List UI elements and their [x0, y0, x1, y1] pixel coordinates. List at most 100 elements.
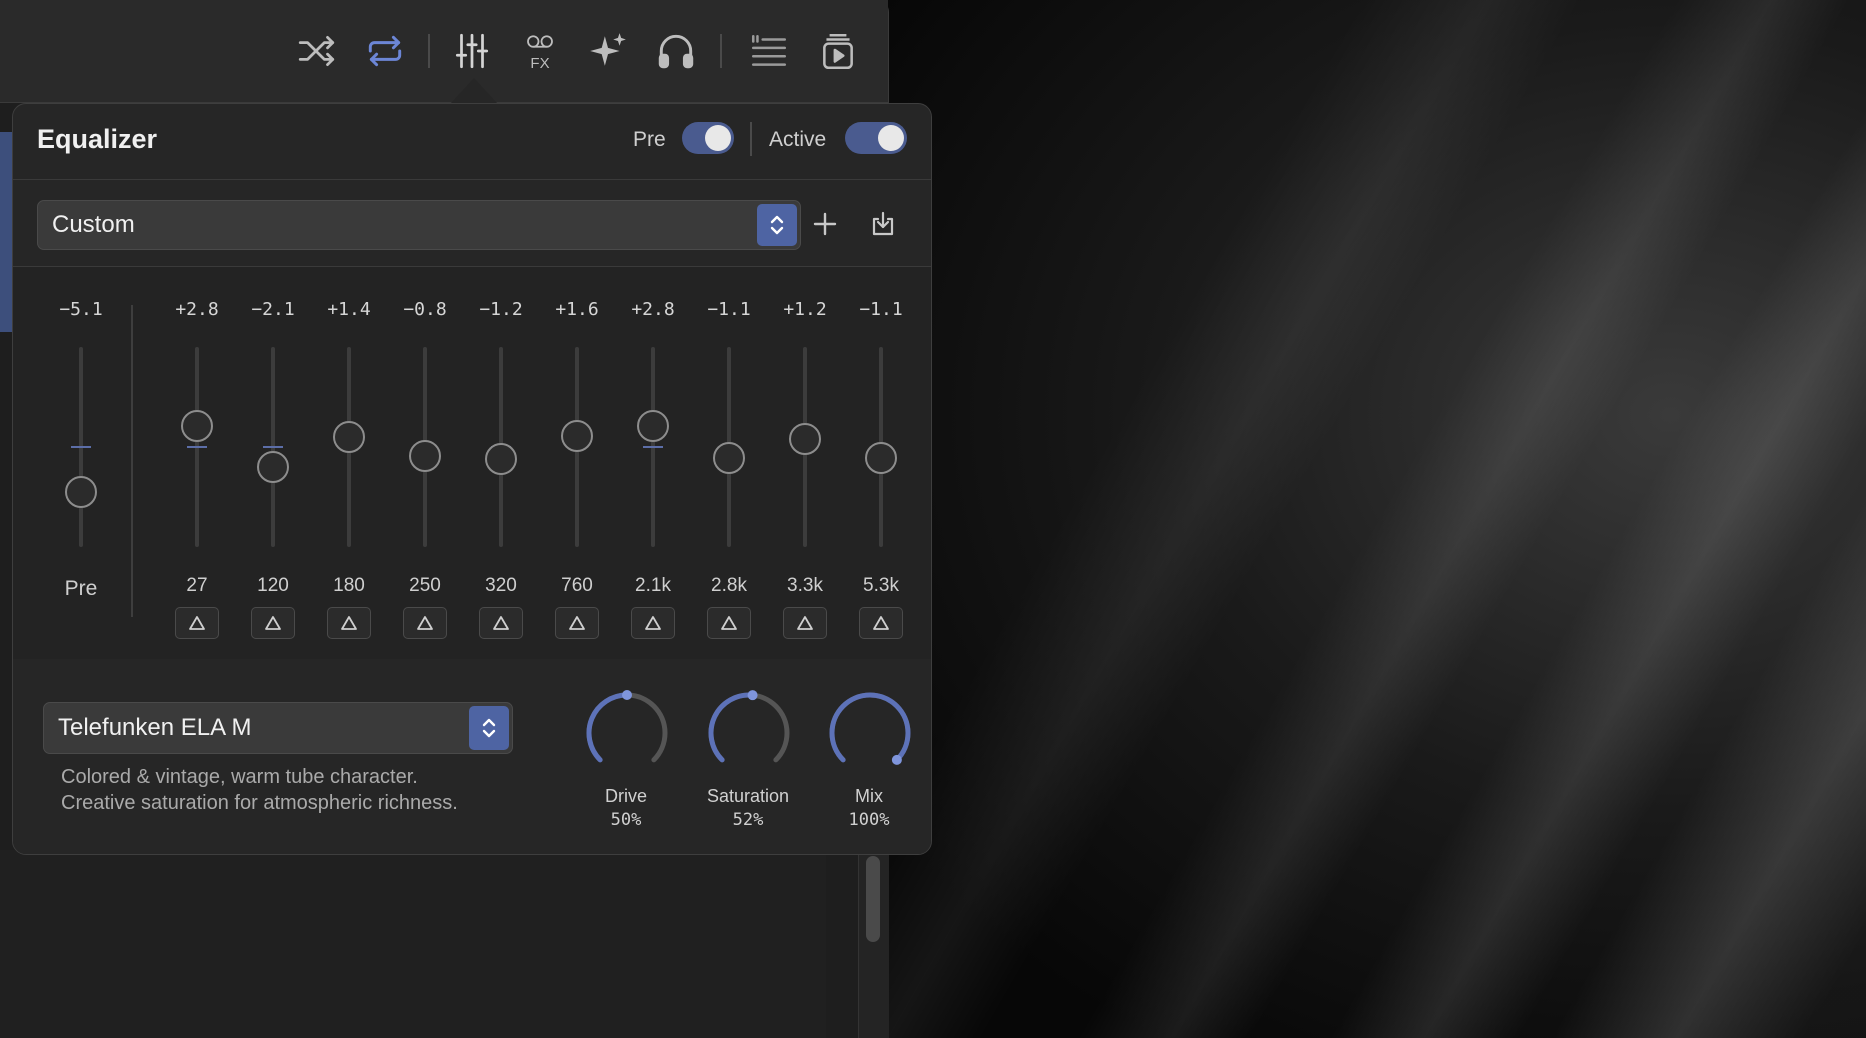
band-filter-type-button[interactable] [175, 607, 219, 639]
triangle-icon [797, 616, 813, 630]
plus-icon [813, 212, 837, 236]
save-preset-button[interactable] [863, 204, 903, 244]
shuffle-icon[interactable] [292, 26, 342, 76]
band-gain: +1.6 [555, 299, 599, 320]
toggle-knob [705, 125, 731, 151]
eq-band-slider[interactable]: −1.2 320 [463, 267, 539, 659]
toggle-knob [878, 125, 904, 151]
slider-thumb[interactable] [257, 450, 289, 483]
band-frequency: 250 [409, 575, 441, 596]
eq-band-slider[interactable]: +1.6 760 [539, 267, 615, 659]
band-filter-type-button[interactable] [251, 607, 295, 639]
triangle-icon [493, 616, 509, 630]
knob-dial[interactable] [827, 690, 913, 776]
eq-bands: −5.1 Pre +2.8 27 −2.1 120 +1.4 180 −0.8 250 −1.2… [13, 267, 931, 659]
knob-dial[interactable] [706, 690, 792, 776]
lyrics-icon[interactable] [744, 26, 794, 76]
slider-thumb[interactable] [865, 442, 897, 475]
knob-value: 52% [732, 810, 764, 830]
sidebar-selection-indicator [0, 132, 12, 332]
band-gain: +2.8 [631, 299, 675, 320]
fx-icon[interactable]: FX [515, 26, 565, 76]
triangle-icon [873, 616, 889, 630]
band-frequency: 27 [186, 575, 208, 596]
preset-select[interactable]: Custom [37, 200, 801, 250]
band-frequency: 120 [257, 575, 289, 596]
band-filter-type-button[interactable] [555, 607, 599, 639]
preamp-slider[interactable]: −5.1 Pre [43, 267, 119, 659]
saturation-model-value: Telefunken ELA M [58, 714, 252, 741]
preamp-gain: −5.1 [59, 299, 103, 320]
eq-band-slider[interactable]: −1.1 5.3k [843, 267, 919, 659]
slider-thumb[interactable] [637, 409, 669, 442]
pre-toggle[interactable] [682, 122, 734, 154]
sparkle-icon[interactable] [583, 26, 633, 76]
band-filter-type-button[interactable] [859, 607, 903, 639]
band-filter-type-button[interactable] [479, 607, 523, 639]
slider-zero-mark [263, 446, 283, 448]
eq-band-slider[interactable]: −0.8 250 [387, 267, 463, 659]
band-filter-type-button[interactable] [783, 607, 827, 639]
knob-label: Mix [855, 786, 883, 806]
queue-icon[interactable] [813, 26, 863, 76]
band-filter-type-button[interactable] [707, 607, 751, 639]
chevron-up-down-icon[interactable] [757, 204, 797, 246]
band-filter-type-button[interactable] [631, 607, 675, 639]
slider-thumb[interactable] [485, 443, 517, 475]
preset-row: Custom [13, 180, 931, 267]
eq-band-slider[interactable]: +1.4 180 [311, 267, 387, 659]
save-download-icon [872, 211, 894, 236]
preset-select-value: Custom [52, 211, 135, 238]
band-gain: −1.1 [859, 299, 903, 320]
description-line: Creative saturation for atmospheric rich… [61, 792, 458, 814]
chevron-up-down-icon[interactable] [469, 706, 509, 750]
band-gain: −1.2 [479, 299, 523, 320]
band-gain: +2.8 [175, 299, 219, 320]
active-toggle-label: Active [769, 128, 827, 151]
triangle-icon [417, 616, 433, 630]
slider-thumb[interactable] [65, 475, 97, 508]
band-gain: −2.1 [251, 299, 295, 320]
eq-band-slider[interactable]: +1.2 3.3k [767, 267, 843, 659]
slider-thumb[interactable] [789, 423, 821, 455]
band-filter-type-button[interactable] [403, 607, 447, 639]
band-filter-type-button[interactable] [327, 607, 371, 639]
eq-band-slider[interactable]: −2.1 120 [235, 267, 311, 659]
equalizer-header: Equalizer Pre Active [13, 104, 931, 180]
saturation-section: Telefunken ELA M Colored & vintage, warm… [13, 660, 931, 854]
active-toggle[interactable] [845, 122, 907, 154]
equalizer-icon[interactable] [447, 26, 497, 76]
band-frequency: 5.3k [863, 575, 899, 596]
knob-label: Saturation [706, 786, 790, 806]
slider-thumb[interactable] [409, 439, 441, 472]
band-gain: +1.4 [327, 299, 371, 320]
saturation-knob[interactable]: Mix 100% [809, 690, 929, 840]
toolbar-separator [428, 34, 430, 68]
saturation-description: Colored & vintage, warm tube character. … [61, 764, 458, 816]
saturation-model-select[interactable]: Telefunken ELA M [43, 702, 513, 754]
fx-label: FX [530, 54, 550, 72]
content-panel [0, 850, 826, 1038]
knob-dial[interactable] [584, 690, 670, 776]
slider-thumb[interactable] [181, 409, 213, 442]
slider-thumb[interactable] [333, 421, 365, 454]
triangle-icon [721, 616, 737, 630]
eq-band-slider[interactable]: +2.8 2.1k [615, 267, 691, 659]
band-frequency: 760 [561, 575, 593, 596]
pre-toggle-label: Pre [633, 128, 666, 151]
repeat-icon[interactable] [360, 26, 410, 76]
triangle-icon [265, 616, 281, 630]
headphones-icon[interactable] [651, 26, 701, 76]
knob-value: 50% [610, 810, 642, 830]
preamp-label: Pre [64, 577, 98, 600]
scrollbar-thumb[interactable] [866, 856, 880, 942]
slider-thumb[interactable] [561, 419, 593, 452]
triangle-icon [341, 616, 357, 630]
add-preset-button[interactable] [805, 204, 845, 244]
eq-band-slider[interactable]: +2.8 27 [159, 267, 235, 659]
saturation-knob[interactable]: Saturation 52% [688, 690, 808, 840]
eq-band-slider[interactable]: −1.1 2.8k [691, 267, 767, 659]
saturation-knob[interactable]: Drive 50% [566, 690, 686, 840]
desktop-wallpaper [888, 0, 1866, 1038]
slider-thumb[interactable] [713, 442, 745, 475]
